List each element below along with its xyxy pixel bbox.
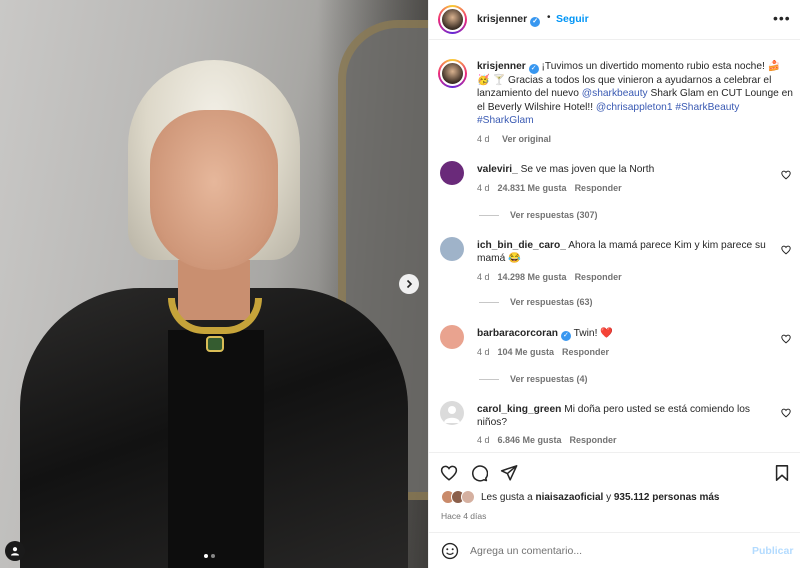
tagged-users-button[interactable]	[5, 541, 25, 561]
commenter-username[interactable]: barbaracorcoran	[477, 328, 558, 339]
comment-time: 4 d	[477, 435, 490, 445]
user-icon	[11, 547, 19, 556]
comment-body: ich_bin_die_caro_ Ahora la mamá parece K…	[477, 240, 766, 265]
comment-input[interactable]	[470, 542, 730, 560]
next-image-button[interactable]	[399, 274, 419, 294]
liker-username[interactable]: niaisazaoficial	[535, 492, 603, 503]
carousel-dot-active	[204, 554, 208, 558]
more-options-icon[interactable]: •••	[773, 10, 791, 26]
carousel-indicator	[204, 554, 215, 558]
likes-text: Les gusta a niaisazaoficial y 935.112 pe…	[481, 491, 720, 503]
like-comment-icon[interactable]	[781, 408, 791, 418]
commenter-avatar[interactable]	[440, 401, 464, 425]
reply-button[interactable]: Responder	[575, 183, 622, 193]
photo-face	[150, 110, 278, 270]
chevron-right-icon	[406, 279, 413, 289]
verified-icon: ✓	[528, 64, 539, 74]
default-user-icon	[444, 406, 460, 423]
caption-meta: 4 d Ver original	[477, 134, 551, 144]
comment-time: 4 d	[477, 183, 490, 193]
liker-avatar	[461, 490, 475, 504]
view-replies-button[interactable]: Ver respuestas (63)	[479, 297, 593, 307]
reply-button[interactable]: Responder	[575, 272, 622, 282]
comment-meta: 4 d 104 Me gusta Responder	[477, 347, 617, 357]
comment-likes[interactable]: 104 Me gusta	[498, 347, 555, 357]
like-comment-icon[interactable]	[781, 245, 791, 255]
verified-icon: ✓	[560, 331, 571, 341]
caption-time: 4 d	[477, 134, 490, 144]
reply-button[interactable]: Responder	[570, 435, 617, 445]
photo-pendant	[206, 336, 224, 352]
publish-button[interactable]: Publicar	[752, 545, 793, 557]
mention-link[interactable]: @chrisappleton1	[596, 102, 673, 113]
post-header: krisjenner ✓ • Seguir •••	[429, 0, 800, 40]
post-panel: krisjenner ✓ • Seguir ••• krisjenner ✓ ¡Tu…	[428, 0, 800, 568]
comment-meta: 4 d 14.298 Me gusta Responder	[477, 272, 630, 282]
commenter-username[interactable]: ich_bin_die_caro_	[477, 240, 566, 251]
comment-body: barbaracorcoran ✓ Twin! ❤️	[477, 328, 613, 341]
verified-icon: ✓	[530, 17, 541, 27]
commenter-avatar[interactable]	[440, 325, 464, 349]
view-replies-button[interactable]: Ver respuestas (307)	[479, 210, 598, 220]
comment-meta: 4 d 24.831 Me gusta Responder	[477, 183, 630, 193]
comment-likes[interactable]: 14.298 Me gusta	[498, 272, 567, 282]
emoji-icon[interactable]	[441, 542, 459, 560]
likes-summary[interactable]: Les gusta a niaisazaoficial y 935.112 pe…	[441, 490, 720, 504]
post-actions	[429, 452, 800, 492]
heart-icon	[440, 465, 458, 481]
comment-time: 4 d	[477, 347, 490, 357]
hashtag-link[interactable]: #SharkBeauty	[675, 102, 739, 113]
mention-link[interactable]: @sharkbeauty	[582, 88, 648, 99]
comment-time: 4 d	[477, 272, 490, 282]
comment-button[interactable]	[469, 463, 489, 483]
author-username[interactable]: krisjenner ✓	[477, 13, 541, 27]
like-comment-icon[interactable]	[781, 170, 791, 180]
commenter-username[interactable]: carol_king_green	[477, 404, 561, 415]
save-button[interactable]	[772, 463, 792, 483]
caption-username[interactable]: krisjenner	[477, 61, 526, 72]
comment-meta: 4 d 6.846 Me gusta Responder	[477, 435, 625, 445]
author-avatar[interactable]	[438, 5, 467, 34]
commenter-username[interactable]: valeviri_	[477, 164, 518, 175]
bookmark-icon	[775, 465, 789, 481]
commenter-avatar[interactable]	[440, 161, 464, 185]
header-separator: •	[547, 12, 551, 23]
comment-icon	[471, 465, 488, 482]
comment-likes[interactable]: 6.846 Me gusta	[498, 435, 562, 445]
send-icon	[500, 465, 518, 481]
likes-count[interactable]: 935.112 personas más	[614, 492, 720, 503]
caption-avatar[interactable]	[438, 59, 467, 88]
comment-composer: Publicar	[429, 532, 800, 568]
comment-body: valeviri_ Se ve mas joven que la North	[477, 164, 655, 175]
post-timestamp: Hace 4 días	[441, 511, 487, 521]
photo-top	[168, 330, 264, 568]
hashtag-link[interactable]: #SharkGlam	[477, 115, 534, 126]
comment-likes[interactable]: 24.831 Me gusta	[498, 183, 567, 193]
post-image	[0, 0, 428, 568]
see-original-button[interactable]: Ver original	[502, 134, 551, 144]
reply-button[interactable]: Responder	[562, 347, 609, 357]
commenter-avatar[interactable]	[440, 237, 464, 261]
caption-text: krisjenner ✓ ¡Tuvimos un divertido moment…	[477, 61, 793, 126]
view-replies-button[interactable]: Ver respuestas (4)	[479, 374, 588, 384]
like-button[interactable]	[439, 463, 459, 483]
follow-button[interactable]: Seguir	[556, 13, 589, 25]
share-button[interactable]	[499, 463, 519, 483]
comment-body: carol_king_green Mi doña pero usted se e…	[477, 404, 750, 429]
carousel-dot	[211, 554, 215, 558]
like-comment-icon[interactable]	[781, 334, 791, 344]
